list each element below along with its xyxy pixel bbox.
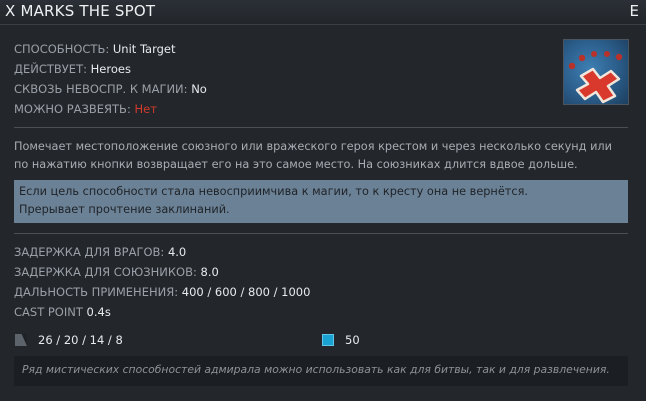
divider bbox=[14, 233, 628, 234]
stat-value: No bbox=[191, 82, 207, 96]
value-label: ЗАДЕРЖКА ДЛЯ СОЮЗНИКОВ: bbox=[14, 265, 201, 279]
value-label: ДАЛЬНОСТЬ ПРИМЕНЕНИЯ: bbox=[14, 285, 182, 299]
value-cast-point: CAST POINT 0.4s bbox=[14, 305, 111, 319]
stat-label: МОЖНО РАЗВЕЯТЬ: bbox=[14, 102, 135, 116]
value-number: 8.0 bbox=[200, 265, 219, 279]
tooltip-header: X MARKS THE SPOT E bbox=[0, 0, 646, 25]
x-marks-the-spot-icon bbox=[563, 39, 629, 105]
value-label: CAST POINT bbox=[14, 305, 87, 319]
value-label: ЗАДЕРЖКА ДЛЯ ВРАГОВ: bbox=[14, 245, 168, 259]
stat-pierces-magic-immunity: СКВОЗЬ НЕВОСПР. К МАГИИ: No bbox=[14, 82, 207, 96]
value-number: 0.4s bbox=[86, 305, 111, 319]
value-enemy-delay: ЗАДЕРЖКА ДЛЯ ВРАГОВ: 4.0 bbox=[14, 245, 186, 259]
stat-label: СПОСОБНОСТЬ: bbox=[14, 42, 113, 56]
stat-label: СКВОЗЬ НЕВОСПР. К МАГИИ: bbox=[14, 82, 192, 96]
ability-description: Помечает местоположение союзного или вра… bbox=[14, 140, 612, 171]
stat-ability-type: СПОСОБНОСТЬ: Unit Target bbox=[14, 42, 176, 56]
stat-dispellable: МОЖНО РАЗВЕЯТЬ: Нет bbox=[14, 102, 157, 116]
mana-cost-value: 50 bbox=[345, 333, 360, 347]
value-number: 400 / 600 / 800 / 1000 bbox=[181, 285, 311, 299]
value-number: 4.0 bbox=[167, 245, 187, 259]
ability-hotkey: E bbox=[629, 2, 639, 20]
stat-label: ДЕЙСТВУЕТ: bbox=[14, 62, 91, 76]
note-line: Если цель способности стала невосприимчи… bbox=[19, 185, 528, 198]
mana-icon bbox=[322, 334, 334, 346]
ability-lore: Ряд мистических способностей адмирала мо… bbox=[14, 356, 628, 386]
cooldown-icon bbox=[15, 334, 27, 346]
ability-title: X MARKS THE SPOT bbox=[5, 2, 156, 20]
value-ally-delay: ЗАДЕРЖКА ДЛЯ СОЮЗНИКОВ: 8.0 bbox=[14, 265, 219, 279]
stat-value: Heroes bbox=[90, 62, 131, 76]
note-line: Прерывает прочтение заклинаний. bbox=[19, 203, 230, 216]
stat-value: Нет bbox=[134, 102, 157, 116]
divider bbox=[14, 127, 628, 128]
cooldown-value: 26 / 20 / 14 / 8 bbox=[38, 333, 123, 347]
ability-notes: Если цель способности стала невосприимчи… bbox=[14, 180, 628, 223]
stat-value: Unit Target bbox=[112, 42, 176, 56]
stat-affects: ДЕЙСТВУЕТ: Heroes bbox=[14, 62, 131, 76]
value-cast-range: ДАЛЬНОСТЬ ПРИМЕНЕНИЯ: 400 / 600 / 800 / … bbox=[14, 285, 310, 299]
